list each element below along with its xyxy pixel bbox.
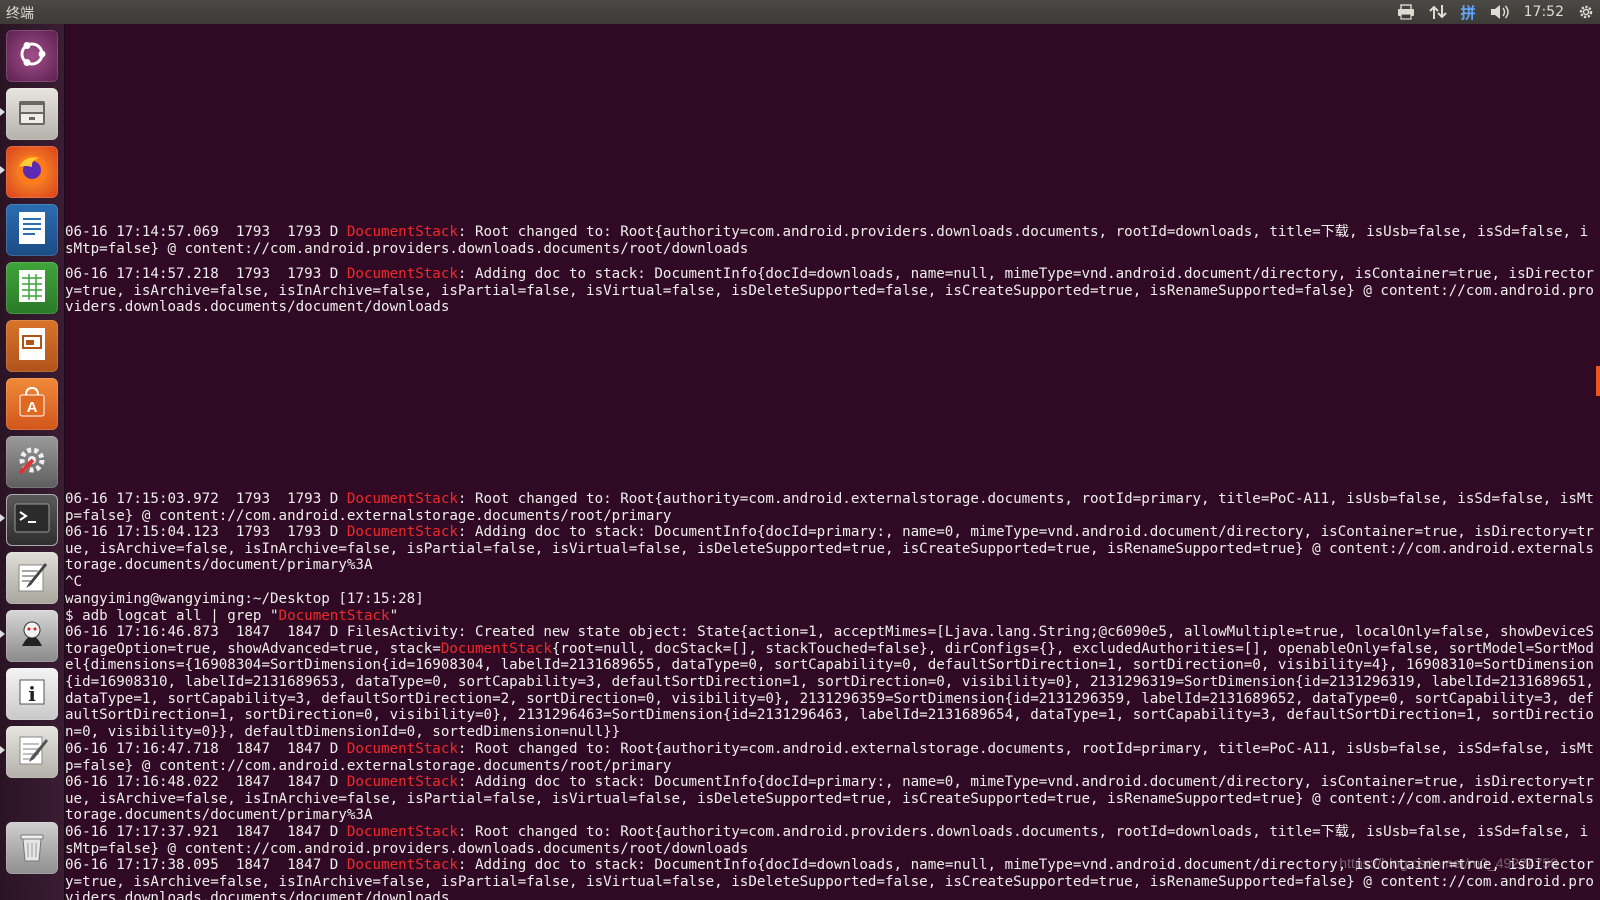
running-indicator (0, 514, 5, 522)
scrollbar-indicator[interactable] (1596, 366, 1600, 396)
document-icon (17, 210, 47, 250)
active-window-title: 终端 (6, 6, 34, 22)
launcher-item-impress[interactable] (6, 320, 58, 372)
log-line: 06-16 17:15:04.123 1793 1793 D DocumentS… (65, 524, 1594, 574)
grep-match: DocumentStack (346, 524, 458, 540)
printer-icon[interactable] (1397, 4, 1415, 20)
watermark: https://blog.csdn.net/m0_49224758 (1339, 855, 1558, 871)
log-line: 06-16 17:16:48.022 1847 1847 D DocumentS… (65, 774, 1594, 824)
log-line: 06-16 17:16:46.873 1847 1847 D FilesActi… (65, 624, 1594, 740)
file-cabinet-icon (15, 95, 49, 133)
pencil-paper-icon (15, 559, 49, 597)
grep-match: DocumentStack (346, 774, 458, 790)
grep-match: DocumentStack (346, 824, 458, 840)
log-line: 06-16 17:14:57.218 1793 1793 D DocumentS… (65, 266, 1594, 316)
settings-gear-icon[interactable] (1578, 4, 1594, 20)
info-icon: i (17, 677, 47, 711)
grep-match: DocumentStack (346, 266, 458, 282)
ime-icon[interactable]: 拼 (1461, 2, 1476, 23)
launcher-item-notes[interactable] (6, 726, 58, 778)
launcher-item-firefox[interactable] (6, 146, 58, 198)
grep-match: DocumentStack (346, 491, 458, 507)
grep-match: DocumentStack (346, 741, 458, 757)
launcher-item-trash[interactable] (6, 822, 58, 874)
trash-icon (17, 829, 47, 867)
notepad-icon (15, 733, 49, 771)
clock[interactable]: 17:52 (1524, 4, 1564, 20)
system-tray: 拼 17:52 (1397, 0, 1594, 24)
grep-match: DocumentStack (346, 857, 458, 873)
launcher-item-writer[interactable] (6, 204, 58, 256)
spreadsheet-icon (17, 268, 47, 308)
launcher-item-ubuntu-dash[interactable] (6, 30, 58, 82)
terminal-output[interactable]: 06-16 17:14:57.069 1793 1793 D DocumentS… (65, 24, 1600, 900)
launcher-item-system-info[interactable]: i (6, 668, 58, 720)
launcher-item-calc[interactable] (6, 262, 58, 314)
grep-match: DocumentStack (440, 640, 552, 657)
wrench-gear-icon (14, 442, 50, 482)
svg-text:i: i (28, 682, 36, 706)
log-line: 06-16 17:16:47.718 1847 1847 D DocumentS… (65, 741, 1594, 774)
network-icon[interactable] (1428, 4, 1447, 20)
launcher-item-text-editor[interactable] (6, 552, 58, 604)
shopping-bag-icon: A (15, 385, 49, 423)
launcher-item-software-center[interactable]: A (6, 378, 58, 430)
volume-icon[interactable] (1490, 4, 1510, 20)
command-line: $ adb logcat all | grep "DocumentStack" (65, 608, 399, 624)
launcher-item-system-settings[interactable] (6, 436, 58, 488)
log-line: 06-16 17:14:57.069 1793 1793 D DocumentS… (65, 224, 1589, 257)
launcher-item-android-tool[interactable] (6, 610, 58, 662)
log-line: ^C (65, 574, 83, 590)
launcher-item-files[interactable] (6, 88, 58, 140)
grep-match: DocumentStack (278, 608, 390, 624)
presentation-icon (17, 326, 47, 366)
android-icon (14, 616, 50, 656)
top-panel: 终端 拼 17:52 (0, 0, 1600, 24)
running-indicator (0, 108, 5, 116)
launcher: A i (0, 24, 65, 900)
running-indicator (0, 630, 5, 638)
running-indicator (0, 746, 5, 754)
launcher-item-terminal[interactable] (6, 494, 58, 546)
svg-text:A: A (27, 399, 38, 416)
terminal-icon (14, 503, 50, 537)
running-indicator (0, 166, 5, 174)
grep-match: DocumentStack (346, 224, 458, 240)
log-line: 06-16 17:17:37.921 1847 1847 D DocumentS… (65, 824, 1589, 857)
prompt-line: wangyiming@wangyiming:~/Desktop [17:15:2… (65, 591, 424, 607)
ubuntu-logo-icon (15, 37, 49, 75)
firefox-icon (13, 151, 51, 193)
log-line: 06-16 17:15:03.972 1793 1793 D DocumentS… (65, 491, 1594, 524)
